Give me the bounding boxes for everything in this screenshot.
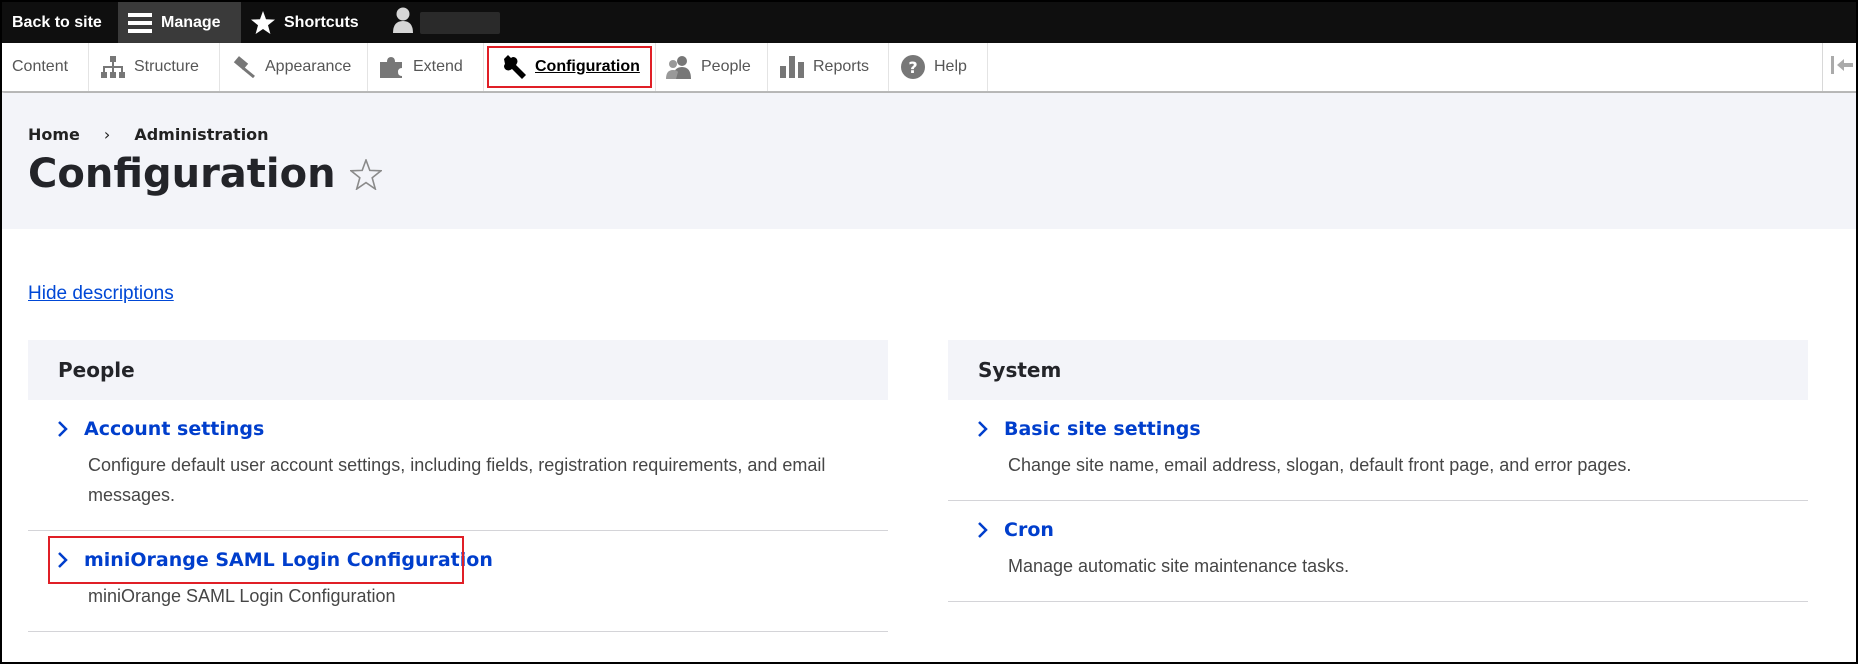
wrench-icon: [502, 55, 526, 79]
entry-description: miniOrange SAML Login Configuration: [88, 586, 396, 606]
tray-item-appearance[interactable]: Appearance: [220, 43, 368, 91]
cron-link[interactable]: Cron: [978, 519, 1778, 541]
breadcrumb-administration[interactable]: Administration: [134, 125, 268, 144]
people-icon: [666, 55, 692, 79]
back-to-site-label: Back to site: [12, 13, 102, 31]
list-item: Cron Manage automatic site maintenance t…: [948, 501, 1808, 602]
back-to-site-link[interactable]: Back to site: [2, 2, 118, 43]
basic-site-settings-link[interactable]: Basic site settings: [978, 418, 1778, 440]
list-item: Account settings Configure default user …: [28, 400, 888, 531]
tray-item-label: Configuration: [535, 58, 640, 75]
tray-item-label: Reports: [813, 58, 870, 75]
user-icon: [392, 7, 414, 38]
hamburger-icon: [128, 12, 152, 34]
help-icon: ?: [901, 55, 925, 79]
user-tab[interactable]: [388, 2, 500, 43]
tray-item-label: Appearance: [265, 58, 352, 75]
highlight-box: [48, 536, 464, 584]
entry-description: Change site name, email address, slogan,…: [1008, 455, 1632, 475]
tray-item-extend[interactable]: Extend: [368, 43, 484, 91]
collapse-icon: [1830, 56, 1853, 78]
chevron-right-icon: [56, 420, 70, 438]
admin-tray: Content Structure Appearance Extend Conf…: [2, 43, 1856, 92]
panel-heading: System: [948, 340, 1808, 400]
bar-chart-icon: [780, 56, 804, 78]
manage-tab[interactable]: Manage: [118, 2, 241, 43]
tray-item-help[interactable]: ? Help: [889, 43, 988, 91]
shortcuts-label: Shortcuts: [284, 13, 359, 31]
chevron-right-icon: [976, 521, 990, 539]
panel-system: System Basic site settings Change site n…: [948, 340, 1808, 602]
admin-toolbar: Back to site Manage Shortcuts: [2, 2, 1856, 43]
tray-item-people[interactable]: People: [656, 43, 768, 91]
panel-people: People Account settings Configure defaul…: [28, 340, 888, 632]
tray-item-label: Content: [12, 58, 69, 75]
shortcuts-tab[interactable]: Shortcuts: [241, 2, 388, 43]
tray-item-content[interactable]: Content: [2, 43, 89, 91]
puzzle-icon: [380, 56, 404, 78]
list-item: Basic site settings Change site name, em…: [948, 400, 1808, 501]
list-item: miniOrange SAML Login Configuration mini…: [28, 531, 888, 632]
account-settings-link[interactable]: Account settings: [58, 418, 858, 440]
entry-title-text: Account settings: [84, 418, 265, 440]
page-frame: Back to site Manage Shortcuts Content St…: [0, 0, 1858, 664]
tray-item-label: Help: [934, 58, 967, 75]
hide-descriptions-link[interactable]: Hide descriptions: [28, 283, 174, 305]
tray-collapse-button[interactable]: [1822, 43, 1856, 91]
star-icon: [251, 11, 275, 34]
chevron-right-icon: [976, 420, 990, 438]
svg-text:?: ?: [908, 58, 917, 77]
entry-title-text: Basic site settings: [1004, 418, 1201, 440]
page-header: Home › Administration Configuration: [2, 93, 1856, 229]
tray-item-label: People: [701, 58, 751, 75]
tray-item-configuration[interactable]: Configuration: [484, 43, 656, 91]
tray-item-structure[interactable]: Structure: [89, 43, 220, 91]
page-title: Configuration: [28, 151, 382, 197]
entry-description: Manage automatic site maintenance tasks.: [1008, 556, 1350, 576]
username-redacted: [420, 11, 500, 34]
breadcrumb-separator: ›: [103, 125, 111, 144]
entry-title-text: Cron: [1004, 519, 1054, 541]
breadcrumb-home[interactable]: Home: [28, 125, 80, 144]
add-shortcut-star-icon[interactable]: [349, 158, 382, 190]
entry-description: Configure default user account settings,…: [88, 455, 826, 505]
sitemap-icon: [101, 56, 125, 78]
page-title-text: Configuration: [28, 151, 336, 197]
manage-label: Manage: [161, 13, 221, 31]
tray-item-reports[interactable]: Reports: [768, 43, 889, 91]
breadcrumb: Home › Administration: [28, 125, 269, 144]
paint-icon: [232, 56, 256, 78]
tray-item-label: Structure: [134, 58, 199, 75]
tray-item-label: Extend: [413, 58, 463, 75]
panel-heading: People: [28, 340, 888, 400]
